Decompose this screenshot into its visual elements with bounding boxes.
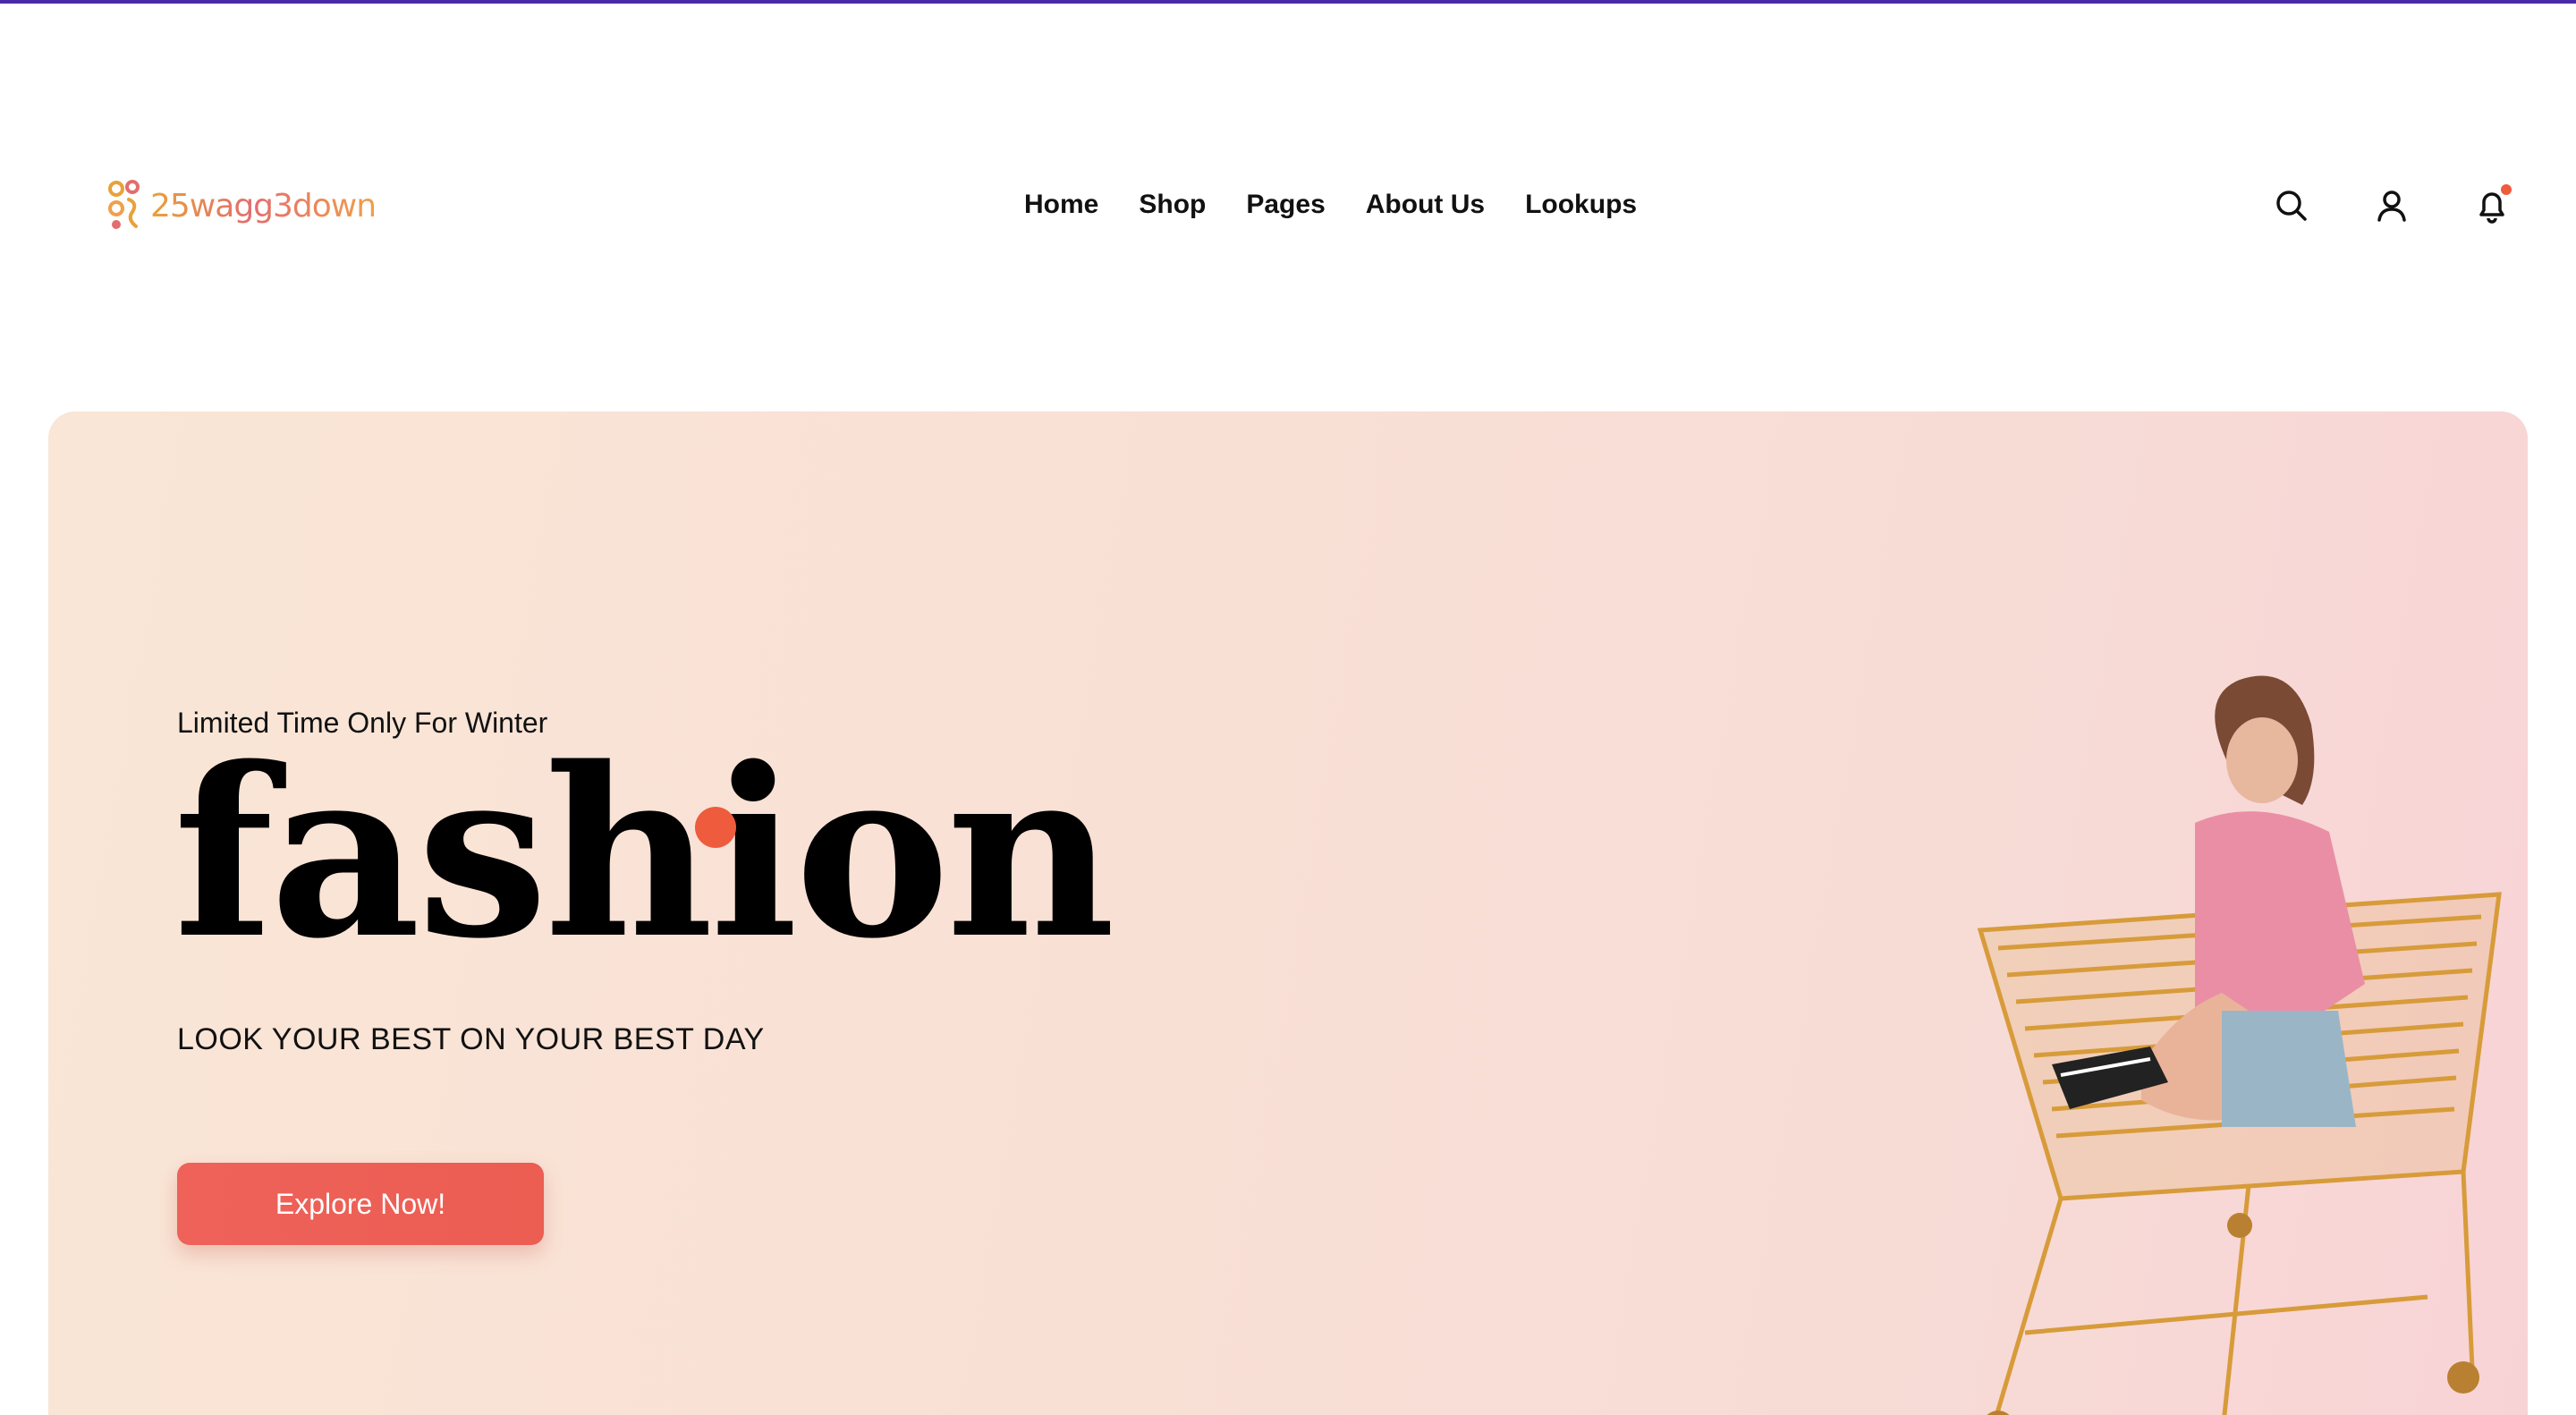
nav-item-shop[interactable]: Shop — [1139, 190, 1206, 220]
nav-item-pages[interactable]: Pages — [1246, 190, 1325, 220]
brand-logo[interactable]: 25wagg3down — [107, 177, 377, 234]
top-accent-line — [0, 0, 2576, 4]
nav-item-about-us[interactable]: About Us — [1366, 190, 1485, 220]
notification-badge — [2499, 182, 2513, 197]
logo-icon — [108, 180, 140, 229]
hero-model-image — [1977, 675, 2502, 1415]
nav-item-home[interactable]: Home — [1024, 190, 1098, 220]
headline-accent-dot — [695, 807, 736, 848]
hero-tagline: LOOK YOUR BEST ON YOUR BEST DAY — [177, 1022, 765, 1056]
explore-now-button[interactable]: Explore Now! — [177, 1163, 544, 1245]
bell-icon[interactable] — [2472, 182, 2513, 225]
nav-item-lookups[interactable]: Lookups — [1525, 190, 1637, 220]
user-icon[interactable] — [2372, 186, 2411, 225]
hero-banner: Limited Time Only For Winter fashion LOO… — [48, 411, 2528, 1415]
hero-headline: fashion — [174, 717, 1115, 990]
header-actions — [2272, 182, 2576, 231]
logo-text: 25wagg3down — [150, 187, 377, 225]
site-header: 25wagg3down Home Shop Pages About Us Loo… — [0, 134, 2576, 277]
main-nav: Home Shop Pages About Us Lookups — [1024, 190, 1637, 220]
search-icon[interactable] — [2272, 186, 2311, 225]
